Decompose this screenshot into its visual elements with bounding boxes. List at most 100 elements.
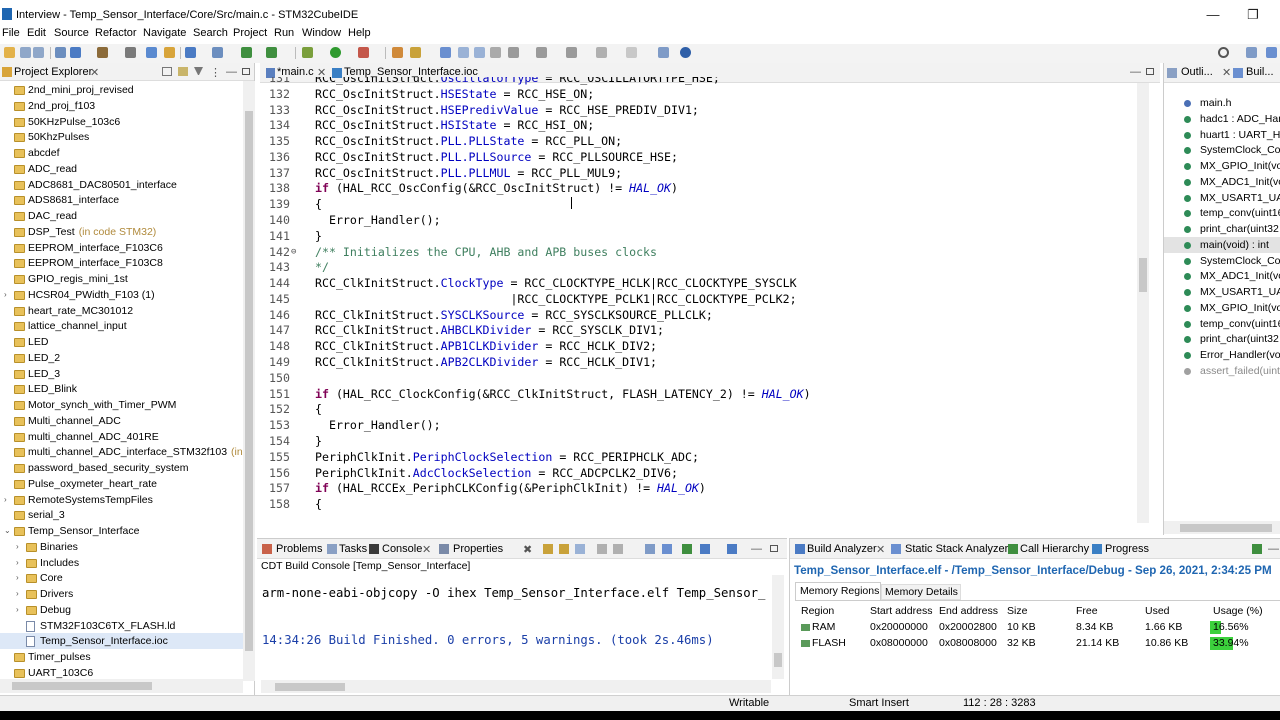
save-icon[interactable] bbox=[20, 47, 31, 58]
tree-item[interactable]: lattice_channel_input bbox=[0, 318, 243, 334]
menu-window[interactable]: Window bbox=[302, 27, 341, 39]
tree-item[interactable]: › Includes bbox=[0, 555, 243, 571]
code-line[interactable]: 141} bbox=[260, 228, 1145, 244]
project-tree-hscrollbar[interactable] bbox=[0, 679, 243, 693]
code-line[interactable]: 150 bbox=[260, 370, 1145, 386]
tree-item[interactable]: abcdef bbox=[0, 145, 243, 161]
menu-project[interactable]: Project bbox=[233, 27, 267, 39]
tree-item[interactable]: Pulse_oxymeter_heart_rate bbox=[0, 476, 243, 492]
tree-item[interactable]: LED_2 bbox=[0, 350, 243, 366]
clear-console-icon[interactable]: ✖ bbox=[523, 543, 532, 556]
menu-refactor[interactable]: Refactor bbox=[95, 27, 137, 39]
col-usage[interactable]: Usage (%) bbox=[1213, 605, 1263, 617]
code-line[interactable]: 153 Error_Handler(); bbox=[260, 417, 1145, 433]
run-icon[interactable] bbox=[330, 47, 341, 58]
outline-item[interactable]: assert_failed(uint8 bbox=[1164, 363, 1280, 379]
open-perspective-icon[interactable] bbox=[392, 47, 403, 58]
tree-item[interactable]: ADC8681_DAC80501_interface bbox=[0, 177, 243, 193]
collapsed-chevron-icon[interactable]: › bbox=[16, 542, 24, 551]
project-explorer-title[interactable]: Project Explorer bbox=[14, 66, 92, 78]
tree-item[interactable]: Multi_channel_ADC bbox=[0, 413, 243, 429]
tree-item[interactable]: LED_Blink bbox=[0, 381, 243, 397]
mark-occurrences-icon[interactable] bbox=[440, 47, 451, 58]
scrollbar-thumb[interactable] bbox=[245, 111, 253, 651]
tree-item[interactable]: › Core bbox=[0, 570, 243, 586]
code-line[interactable]: 158 { bbox=[260, 496, 1145, 512]
external-link-icon[interactable] bbox=[658, 47, 669, 58]
close-view-icon[interactable]: ✕ bbox=[90, 66, 99, 79]
outline-item[interactable]: MX_USART1_UAR bbox=[1164, 190, 1280, 206]
tab-call-hierarchy[interactable]: Call Hierarchy bbox=[1020, 543, 1089, 555]
refresh-analyzer-icon[interactable] bbox=[1252, 544, 1262, 554]
outline-item[interactable]: MX_ADC1_Init(voi bbox=[1164, 268, 1280, 284]
tree-item[interactable]: › RemoteSystemsTempFiles bbox=[0, 492, 243, 508]
outline-item[interactable]: print_char(uint32 bbox=[1164, 221, 1280, 237]
col-used[interactable]: Used bbox=[1145, 605, 1170, 617]
console-hscrollbar[interactable] bbox=[261, 680, 771, 693]
code-line[interactable]: 132 RCC_OscInitStruct.HSEState = RCC_HSE_… bbox=[260, 86, 1145, 102]
tree-item[interactable]: multi_channel_ADC_interface_STM32f103 (in… bbox=[0, 444, 243, 460]
tree-item[interactable]: 50KhzPulses bbox=[0, 129, 243, 145]
console-vscrollbar[interactable] bbox=[772, 575, 784, 679]
collapsed-chevron-icon[interactable]: › bbox=[16, 558, 24, 567]
col-start-address[interactable]: Start address bbox=[870, 605, 932, 617]
link-editor-icon[interactable] bbox=[178, 67, 188, 76]
pilcrow-icon[interactable] bbox=[490, 47, 501, 58]
project-tree-scrollbar[interactable] bbox=[243, 81, 255, 681]
code-line[interactable]: 131 RCC_OscInitStruct.OscillatorType = RC… bbox=[260, 77, 1145, 86]
tab-build-analyzer[interactable]: Build Analyzer bbox=[807, 543, 877, 555]
code-line[interactable]: 134 RCC_OscInitStruct.HSIState = RCC_HSI_… bbox=[260, 117, 1145, 133]
tree-item[interactable]: LED_3 bbox=[0, 366, 243, 382]
code-line[interactable]: 157 if (HAL_RCCEx_PeriphCLKConfig(&Periph… bbox=[260, 480, 1145, 496]
code-line[interactable]: 135 RCC_OscInitStruct.PLL.PLLState = RCC_… bbox=[260, 133, 1145, 149]
outline-item[interactable]: MX_USART1_UAR bbox=[1164, 284, 1280, 300]
code-line[interactable]: 156 PeriphClkInit.AdcClockSelection = RCC… bbox=[260, 465, 1145, 481]
outline-item[interactable]: SystemClock_Con bbox=[1164, 142, 1280, 158]
tree-item[interactable]: DAC_read bbox=[0, 208, 243, 224]
col-free[interactable]: Free bbox=[1076, 605, 1098, 617]
external-tools-icon[interactable] bbox=[358, 47, 369, 58]
tree-item[interactable]: UART_103C6 bbox=[0, 665, 243, 679]
collapsed-chevron-icon[interactable]: › bbox=[16, 605, 24, 614]
code-line[interactable]: 155 PeriphClkInit.PeriphClockSelection = … bbox=[260, 449, 1145, 465]
tab-properties[interactable]: Properties bbox=[453, 543, 503, 555]
tree-item[interactable]: STM32F103C6TX_FLASH.ld bbox=[0, 618, 243, 634]
collapsed-chevron-icon[interactable]: › bbox=[16, 590, 24, 598]
tree-item[interactable]: Temp_Sensor_Interface.ioc bbox=[0, 633, 243, 650]
col-region[interactable]: Region bbox=[801, 605, 834, 617]
paste-icon[interactable] bbox=[613, 544, 623, 554]
collapsed-chevron-icon[interactable]: › bbox=[16, 574, 24, 582]
code-line[interactable]: 145 |RCC_CLOCKTYPE_PCLK1|RCC_CLOCKTYPE_P… bbox=[260, 291, 1145, 307]
menu-run[interactable]: Run bbox=[274, 27, 294, 39]
pencil-icon[interactable] bbox=[410, 47, 421, 58]
build-icon[interactable] bbox=[70, 47, 81, 58]
open-type-icon[interactable] bbox=[164, 47, 175, 58]
tab-progress[interactable]: Progress bbox=[1105, 543, 1149, 555]
open-console-icon[interactable] bbox=[682, 544, 692, 554]
word-wrap-icon[interactable] bbox=[559, 544, 569, 554]
filter-icon[interactable] bbox=[194, 67, 203, 76]
maximize-editor-icon[interactable] bbox=[1146, 68, 1154, 75]
toggle-icon[interactable] bbox=[146, 47, 157, 58]
tree-item[interactable]: multi_channel_ADC_401RE bbox=[0, 429, 243, 445]
show-whitespace-icon[interactable] bbox=[474, 47, 485, 58]
tree-item[interactable]: heart_rate_MC301012 bbox=[0, 303, 243, 319]
debug-icon[interactable] bbox=[302, 47, 313, 58]
code-line[interactable]: 147 RCC_ClkInitStruct.AHBCLKDivider = RCC… bbox=[260, 322, 1145, 338]
maximize-view-icon[interactable] bbox=[242, 68, 250, 75]
refresh-icon[interactable] bbox=[241, 47, 252, 58]
tree-item[interactable]: ADS8681_interface bbox=[0, 192, 243, 208]
pin-console-icon[interactable] bbox=[575, 544, 585, 554]
code-line[interactable]: 146 RCC_ClkInitStruct.SYSCLKSource = RCC_… bbox=[260, 307, 1145, 323]
block-select-icon[interactable] bbox=[458, 47, 469, 58]
outline-item[interactable]: SystemClock_Con bbox=[1164, 253, 1280, 269]
tab-tasks[interactable]: Tasks bbox=[339, 543, 367, 555]
minimize-view-icon[interactable]: — bbox=[226, 66, 237, 78]
tree-item[interactable]: EEPROM_interface_F103C8 bbox=[0, 255, 243, 271]
tab-console[interactable]: Console bbox=[382, 543, 422, 555]
last-edit-icon[interactable] bbox=[566, 47, 577, 58]
maximize-button[interactable]: ❐ bbox=[1230, 4, 1276, 26]
forward-icon[interactable] bbox=[626, 47, 637, 58]
back-icon[interactable] bbox=[596, 47, 607, 58]
copy-icon[interactable] bbox=[597, 544, 607, 554]
